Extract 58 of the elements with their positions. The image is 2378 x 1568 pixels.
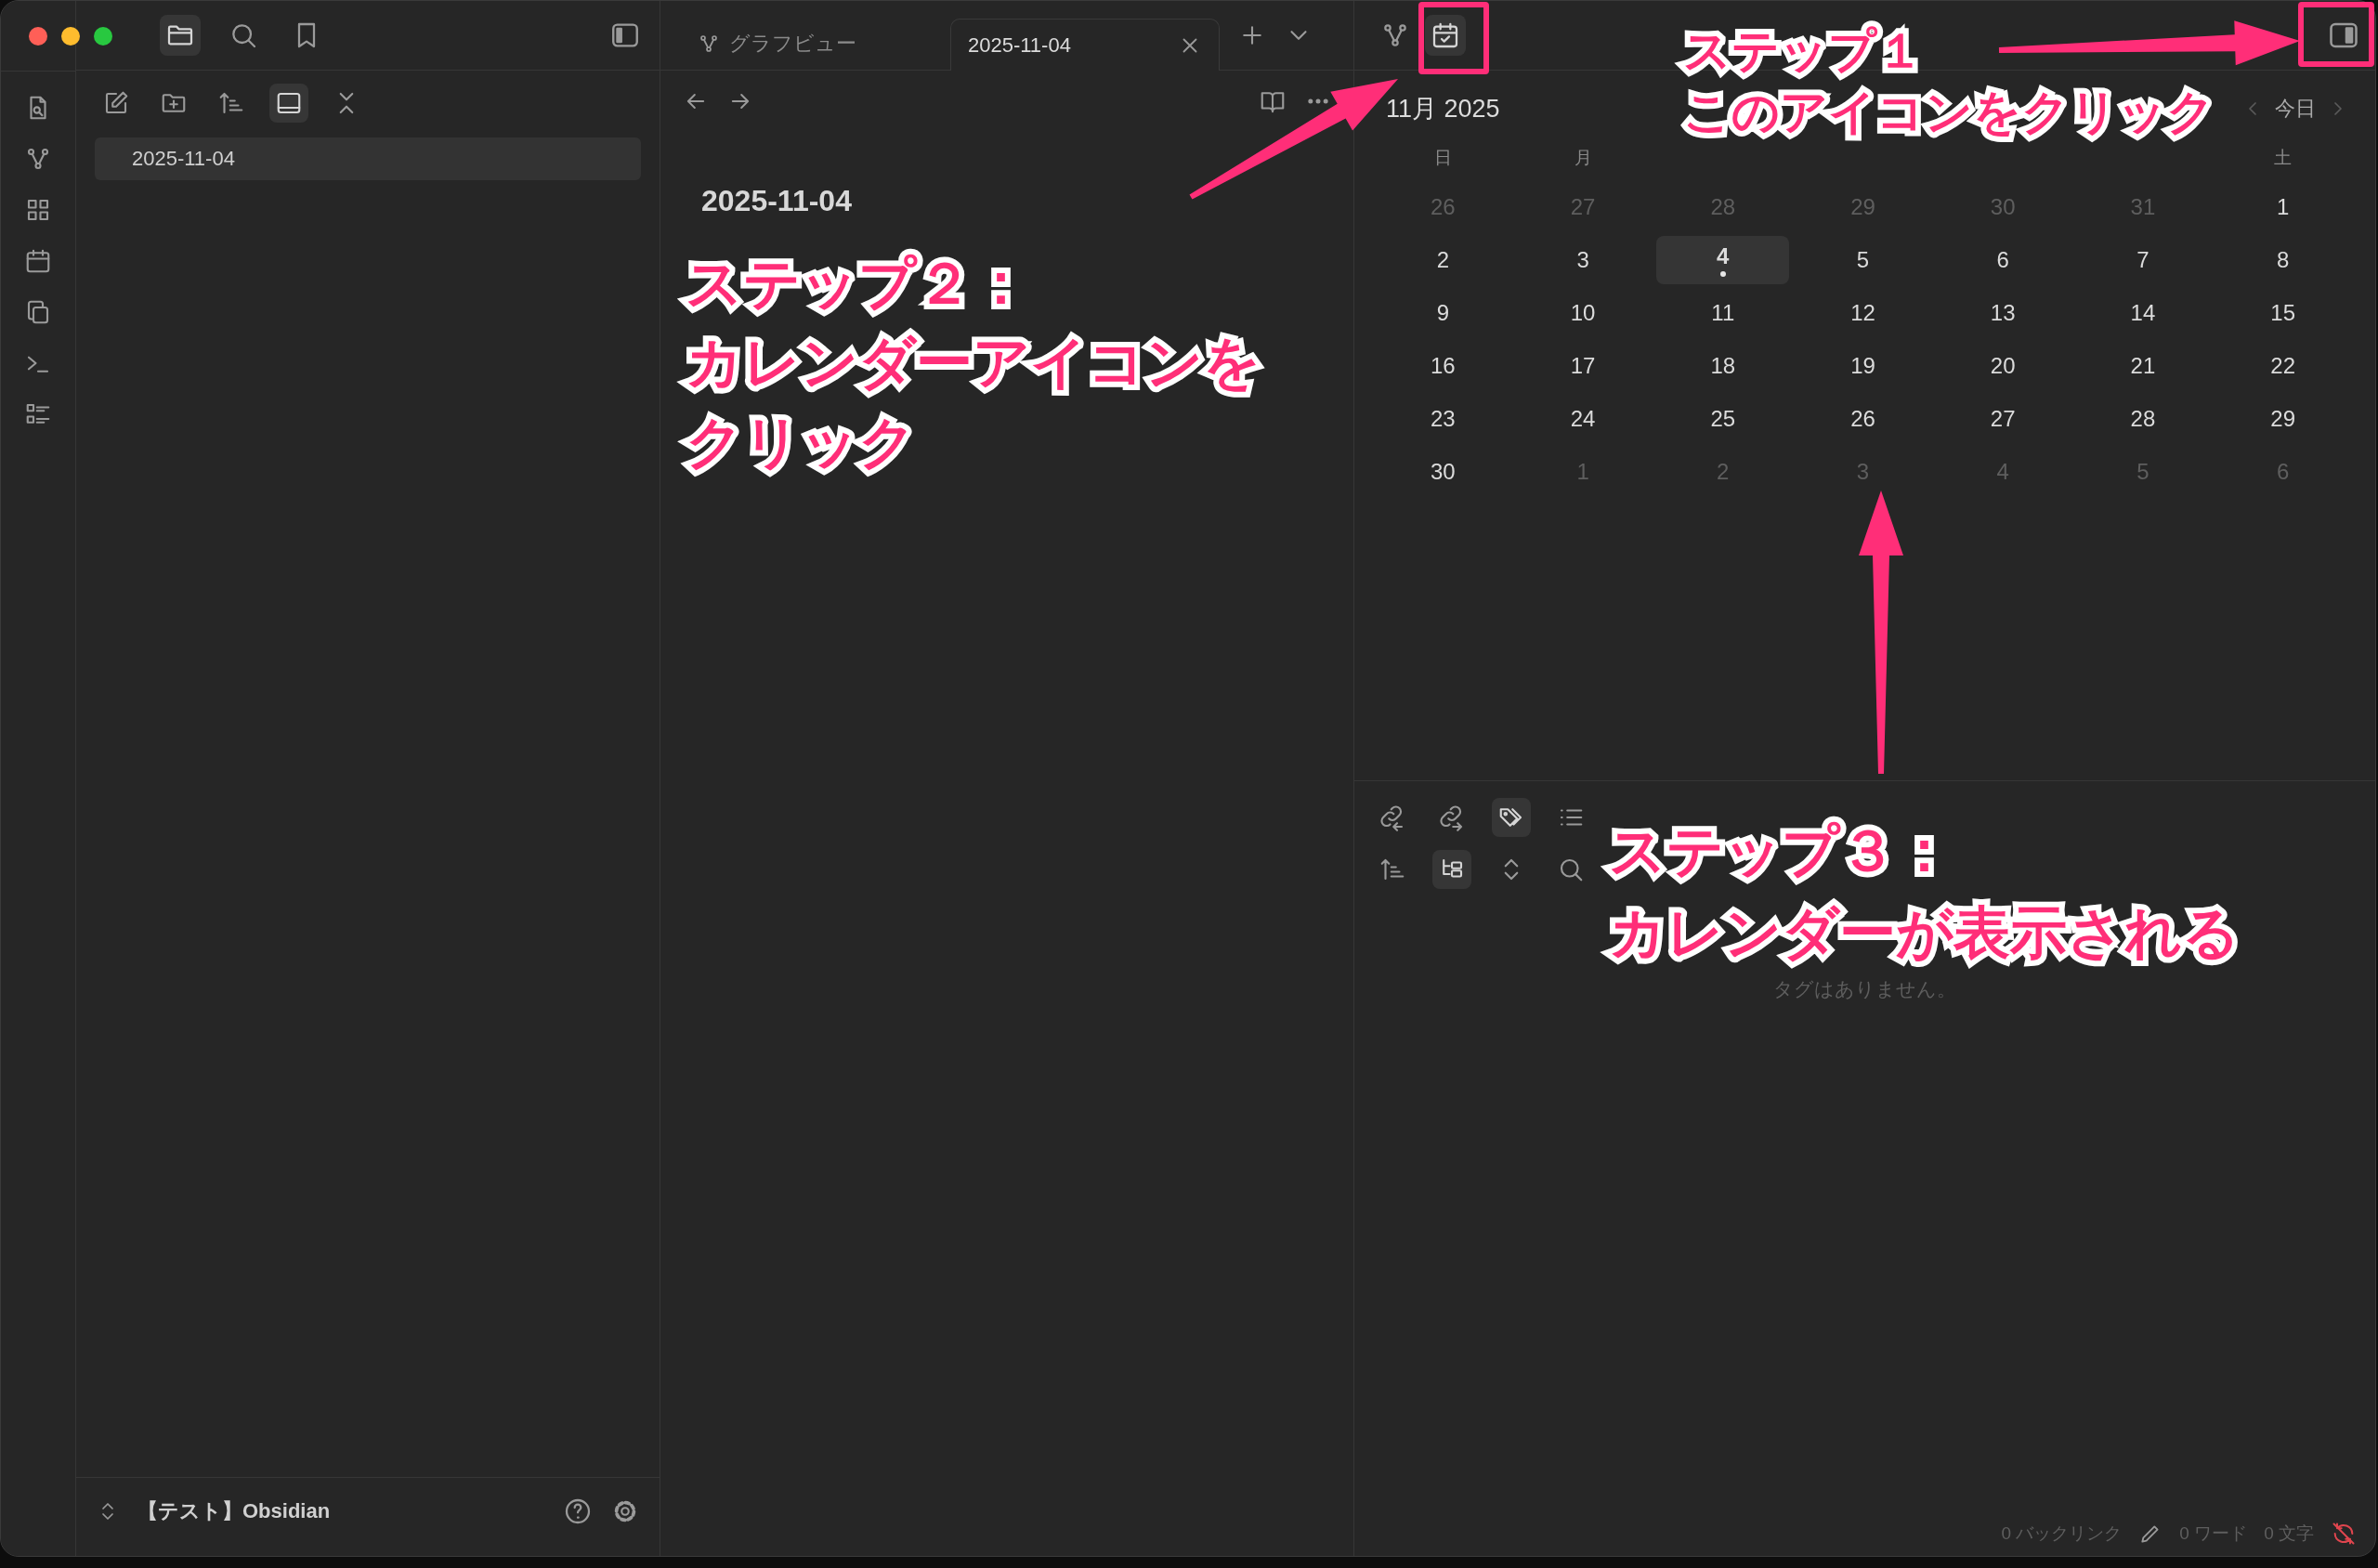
calendar-day[interactable]: 12 <box>1797 288 1929 337</box>
calendar-day[interactable]: 30 <box>1377 447 1509 496</box>
calendar-day[interactable]: 19 <box>1797 341 1929 390</box>
character-count: 0 文字 <box>2264 1522 2314 1545</box>
weekday-label: 月 <box>1574 147 1592 169</box>
tree-button[interactable] <box>1432 850 1471 889</box>
tab-label: 2025-11-04 <box>968 33 1071 58</box>
calendar-day[interactable]: 15 <box>2216 288 2349 337</box>
month-title: 11月 2025 <box>1385 94 1500 124</box>
tags-button[interactable] <box>1492 798 1531 837</box>
window-control[interactable] <box>29 26 47 46</box>
calendar-day[interactable]: 11 <box>1656 288 1790 337</box>
calendar-day[interactable]: 18 <box>1656 341 1790 390</box>
empty-message: タグはありません。 <box>1772 977 1957 1001</box>
calendar-day[interactable]: 8 <box>2216 235 2349 284</box>
calendar-day[interactable]: 14 <box>2076 288 2210 337</box>
calendar-day[interactable]: 5 <box>1797 235 1929 284</box>
calendar-day[interactable]: 13 <box>1936 288 2070 337</box>
calendar-day[interactable]: 21 <box>2076 341 2210 390</box>
calendar-day[interactable]: 28 <box>2076 394 2210 443</box>
calendar-day[interactable]: 9 <box>1377 288 1509 337</box>
calendar-check-button[interactable] <box>1425 15 1466 56</box>
calendar-day[interactable]: 6 <box>1936 235 2070 284</box>
calendar-day[interactable]: 25 <box>1656 394 1790 443</box>
calendar-day[interactable]: 1 <box>2216 182 2349 231</box>
word-count: 0 ワード <box>2179 1522 2248 1545</box>
weekday-label: 日 <box>1433 147 1452 169</box>
calendar-day[interactable]: 27 <box>1936 394 2070 443</box>
help-icon[interactable] <box>563 1496 593 1526</box>
calendar-day[interactable]: 23 <box>1377 394 1509 443</box>
tab[interactable]: グラフビュー <box>681 18 932 70</box>
layout-button[interactable] <box>269 84 308 123</box>
calendar-day[interactable]: 22 <box>2216 341 2349 390</box>
calendar-day[interactable]: 29 <box>2216 394 2349 443</box>
tab-label: グラフビュー <box>729 31 856 57</box>
today-button[interactable]: 今日 <box>2275 91 2316 126</box>
weekday-label: 土 <box>2274 147 2293 169</box>
graph-icon <box>698 33 720 55</box>
calendar-day[interactable]: 20 <box>1936 341 2070 390</box>
calendar-icon[interactable] <box>24 247 52 275</box>
sync-off-icon[interactable] <box>2331 1521 2357 1547</box>
calendar-day[interactable]: 26 <box>1797 394 1929 443</box>
window-control[interactable] <box>61 26 80 46</box>
calendar-day[interactable]: 2 <box>1377 235 1509 284</box>
calendar-day[interactable]: 7 <box>2076 235 2210 284</box>
file-item[interactable]: 2025-11-04 <box>95 137 641 180</box>
vault-name[interactable]: 【テスト】Obsidian <box>137 1497 331 1525</box>
annotation-text: このアイコンをクリック <box>1683 84 2215 142</box>
calendar-day[interactable]: 24 <box>1516 394 1650 443</box>
calendar-day[interactable]: 4 <box>1656 235 1790 284</box>
folder-button[interactable] <box>160 15 201 56</box>
calendar-day[interactable]: 17 <box>1516 341 1650 390</box>
tab[interactable]: 2025-11-04 <box>950 19 1220 71</box>
calendar-day[interactable]: 10 <box>1516 288 1650 337</box>
note-title: 2025-11-04 <box>700 183 853 219</box>
calendar-day[interactable]: 3 <box>1516 235 1650 284</box>
calendar-day[interactable]: 16 <box>1377 341 1509 390</box>
calendar-check-icon <box>1431 20 1460 50</box>
